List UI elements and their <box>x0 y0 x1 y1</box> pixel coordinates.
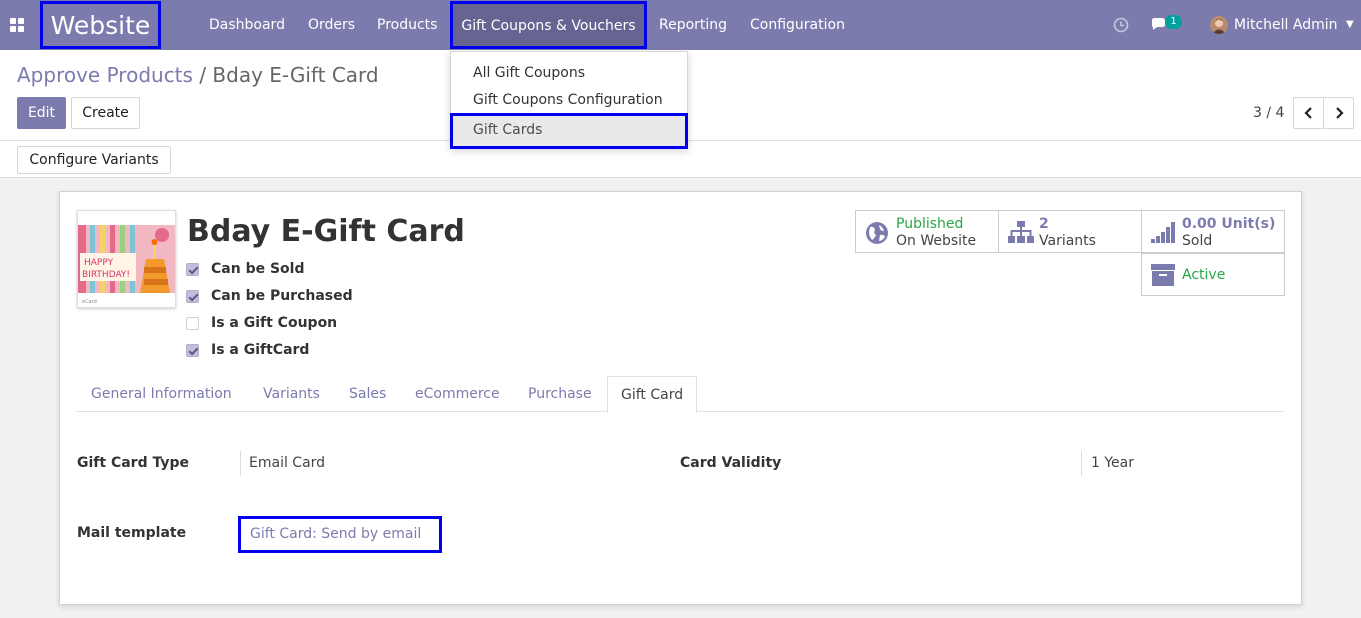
activity-clock-icon[interactable] <box>1113 17 1129 33</box>
breadcrumb-parent[interactable]: Approve Products <box>17 63 193 87</box>
pager-next-button[interactable] <box>1323 97 1354 129</box>
archive-icon <box>1151 264 1175 286</box>
card-validity-label: Card Validity <box>680 455 782 471</box>
signal-bars-icon <box>1151 221 1175 243</box>
breadcrumb-current: Bday E-Gift Card <box>212 63 379 87</box>
menu-gift-coupons-vouchers[interactable]: Gift Coupons & Vouchers <box>450 1 647 49</box>
menu-reporting[interactable]: Reporting <box>659 0 727 50</box>
is-gift-coupon-checkbox[interactable] <box>186 317 199 330</box>
pager-value[interactable]: 3 / 4 <box>1253 105 1284 121</box>
message-count-badge: 1 <box>1165 15 1182 29</box>
create-button[interactable]: Create <box>71 97 140 129</box>
tab-gift-card[interactable]: Gift Card <box>607 376 698 413</box>
edit-button[interactable]: Edit <box>17 97 66 129</box>
field-separator <box>240 451 241 476</box>
globe-icon <box>865 221 889 244</box>
dropdown-item-gift-coupons-configuration[interactable]: Gift Coupons Configuration <box>473 92 663 108</box>
tab-sales[interactable]: Sales <box>349 376 386 412</box>
tab-ecommerce[interactable]: eCommerce <box>415 376 500 412</box>
product-form-sheet: HAPPY BIRTHDAY! eCard Bday E-Gift Card C… <box>59 191 1302 605</box>
variants-stat-button[interactable]: 2 Variants <box>998 210 1142 253</box>
notebook-tabs: General Information Variants Sales eComm… <box>77 376 1284 413</box>
published-status: Published <box>896 216 964 232</box>
svg-text:BIRTHDAY!: BIRTHDAY! <box>82 270 130 280</box>
can-be-sold-checkbox[interactable] <box>186 263 199 276</box>
breadcrumb-separator: / <box>199 63 207 87</box>
pager-previous-button[interactable] <box>1293 97 1324 129</box>
user-avatar[interactable] <box>1210 16 1228 34</box>
apps-menu-icon[interactable] <box>10 18 24 32</box>
active-status: Active <box>1182 267 1226 283</box>
dropdown-item-gift-cards[interactable]: Gift Cards <box>450 113 688 149</box>
can-be-sold-label: Can be Sold <box>211 261 305 277</box>
menu-configuration[interactable]: Configuration <box>750 0 845 50</box>
dropdown-item-all-gift-coupons[interactable]: All Gift Coupons <box>473 65 585 81</box>
menu-products[interactable]: Products <box>377 0 437 50</box>
svg-text:eCard: eCard <box>82 299 97 305</box>
published-location: On Website <box>896 233 977 249</box>
product-image[interactable]: HAPPY BIRTHDAY! eCard <box>77 210 176 308</box>
product-name: Bday E-Gift Card <box>187 214 465 249</box>
can-be-purchased-checkbox[interactable] <box>186 290 199 303</box>
sitemap-icon <box>1008 221 1034 243</box>
tab-general-information[interactable]: General Information <box>91 376 232 412</box>
breadcrumb: Approve Products / Bday E-Gift Card <box>17 63 379 87</box>
field-separator <box>1081 451 1082 476</box>
gift-card-type-value[interactable]: Email Card <box>249 455 325 471</box>
chevron-right-icon <box>1335 107 1344 119</box>
is-giftcard-label: Is a GiftCard <box>211 342 310 358</box>
menu-dashboard[interactable]: Dashboard <box>209 0 285 50</box>
variants-label: Variants <box>1039 233 1096 249</box>
is-gift-coupon-label: Is a Gift Coupon <box>211 315 338 331</box>
sold-unit: Unit(s) <box>1221 216 1276 232</box>
menu-orders[interactable]: Orders <box>308 0 355 50</box>
tab-purchase[interactable]: Purchase <box>528 376 592 412</box>
tab-variants[interactable]: Variants <box>263 376 320 412</box>
chevron-left-icon <box>1303 107 1312 119</box>
can-be-purchased-label: Can be Purchased <box>211 288 353 304</box>
sold-value: 0.00 <box>1182 216 1217 232</box>
variants-count: 2 <box>1039 216 1049 232</box>
app-brand[interactable]: Website <box>40 1 161 49</box>
top-navbar: Website Dashboard Orders Products Gift C… <box>0 0 1361 50</box>
user-menu[interactable]: Mitchell Admin <box>1234 0 1338 50</box>
is-giftcard-checkbox[interactable] <box>186 344 199 357</box>
mail-template-link[interactable]: Gift Card: Send by email <box>238 516 442 553</box>
sold-quantity: 0.00 Unit(s) <box>1182 216 1275 232</box>
svg-text:HAPPY: HAPPY <box>84 258 114 268</box>
active-toggle-button[interactable]: Active <box>1141 253 1285 296</box>
caret-down-icon[interactable]: ▼ <box>1346 0 1354 50</box>
card-validity-value[interactable]: 1 Year <box>1091 455 1134 471</box>
dropdown-item-gift-cards-label: Gift Cards <box>473 122 543 138</box>
configure-variants-button[interactable]: Configure Variants <box>17 146 171 174</box>
published-stat-button[interactable]: Published On Website <box>855 210 999 253</box>
gift-coupons-dropdown-menu: All Gift Coupons Gift Coupons Configurat… <box>450 51 688 149</box>
sold-stat-button[interactable]: 0.00 Unit(s) Sold <box>1141 210 1285 253</box>
gift-card-type-label: Gift Card Type <box>77 455 189 471</box>
mail-template-label: Mail template <box>77 525 187 541</box>
sold-label: Sold <box>1182 233 1213 249</box>
